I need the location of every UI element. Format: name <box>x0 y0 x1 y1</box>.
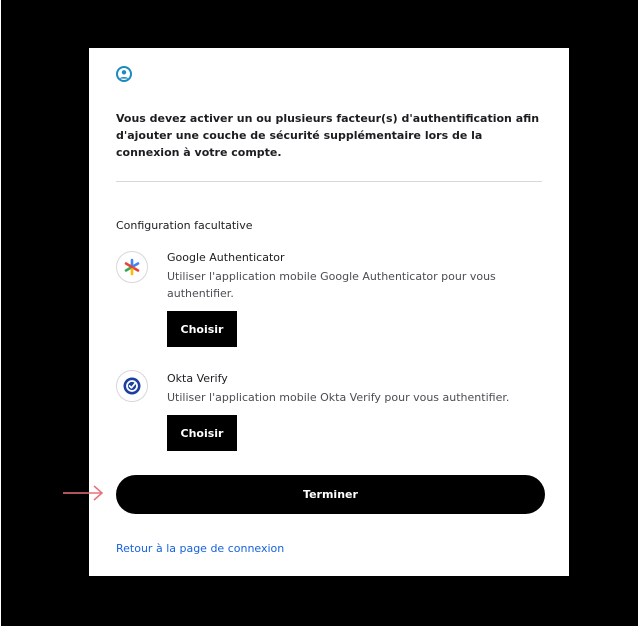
factor-desc-google: Utiliser l'application mobile Google Aut… <box>167 270 496 300</box>
arrow-right-icon <box>63 485 104 501</box>
divider <box>116 181 542 182</box>
factor-name-google: Google Authenticator <box>167 251 285 264</box>
google-authenticator-icon <box>116 251 148 283</box>
choose-google-button[interactable]: Choisir <box>167 311 237 347</box>
back-to-login-link[interactable]: Retour à la page de connexion <box>116 542 284 555</box>
finish-button[interactable]: Terminer <box>116 475 545 514</box>
choose-okta-button[interactable]: Choisir <box>167 415 237 451</box>
frame-edge-left <box>0 0 1 628</box>
auth-card: Vous devez activer un ou plusieurs facte… <box>89 48 569 576</box>
factor-desc-okta: Utiliser l'application mobile Okta Verif… <box>167 391 510 404</box>
user-icon <box>116 66 132 82</box>
okta-verify-icon <box>116 370 148 402</box>
intro-text: Vous devez activer un ou plusieurs facte… <box>116 112 540 159</box>
section-title: Configuration facultative <box>116 219 253 232</box>
factor-name-okta: Okta Verify <box>167 372 228 385</box>
